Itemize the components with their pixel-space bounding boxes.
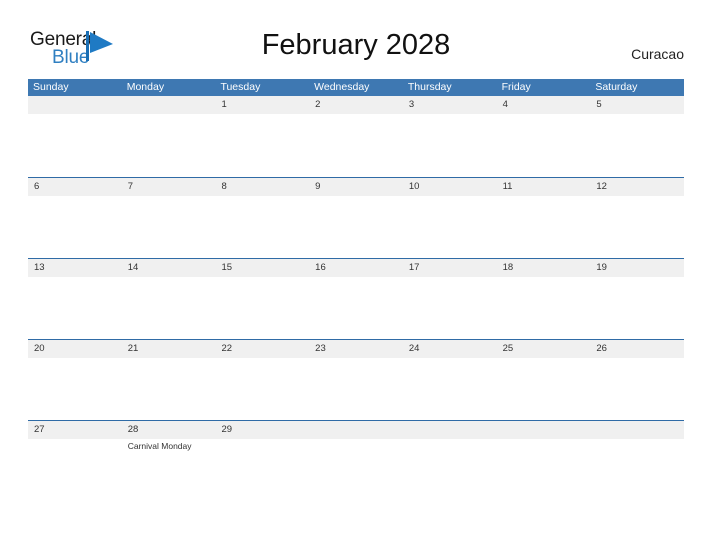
day-cell[interactable]: 1 [215,96,309,177]
day-number [594,421,680,439]
day-cell[interactable]: 19 [590,259,684,339]
day-cell[interactable]: 8 [215,178,309,258]
day-number: 5 [596,99,602,110]
weekday-header-monday: Monday [126,81,165,93]
day-cell[interactable] [122,96,216,177]
day-cell[interactable]: 25 [497,340,591,420]
weekday-header-sunday: Sunday [33,81,69,93]
day-number: 15 [221,262,233,273]
day-cell[interactable]: 6 [28,178,122,258]
weekday-header-friday: Friday [501,81,531,93]
day-cell[interactable]: 27 [28,421,122,501]
weekday-header-thursday: Thursday [407,81,452,93]
day-number: 3 [408,99,415,110]
day-number: 4 [502,99,508,110]
day-cell[interactable]: 23 [309,340,403,420]
day-number [313,421,399,439]
day-number: 2 [315,99,321,110]
day-cell[interactable]: 10 [403,178,497,258]
day-cell[interactable]: 18 [497,259,591,339]
weekday-header-row: Sunday Monday Tuesday Wednesday Thursday… [28,79,684,96]
day-cell[interactable]: 26 [590,340,684,420]
page-title: February 2028 [261,29,451,61]
day-cell[interactable]: 16 [309,259,403,339]
day-number: 23 [315,343,326,354]
weekday-header-saturday: Saturday [595,81,638,93]
day-cell[interactable]: 22 [215,340,309,420]
calendar-week-row: 13 14 15 16 17 18 19 [28,258,684,339]
day-number: 24 [408,343,420,354]
day-number: 12 [596,181,607,192]
day-number: 25 [502,343,514,354]
day-cell[interactable]: 5 [590,96,684,177]
day-number: 8 [221,181,227,192]
day-event: Carnival Monday [127,441,192,451]
day-number: 17 [408,262,420,273]
day-cell[interactable]: 15 [215,259,309,339]
day-number: 10 [408,181,420,192]
day-number: 22 [221,343,233,354]
day-number: 20 [34,343,45,354]
calendar-week-row: 6 7 8 9 10 11 12 [28,177,684,258]
day-cell[interactable]: 7 [122,178,216,258]
day-cell[interactable] [497,421,591,501]
day-number: 1 [221,99,227,110]
weekday-header-tuesday: Tuesday [220,81,261,93]
day-cell[interactable]: 28 Carnival Monday [122,421,216,501]
day-cell[interactable]: 13 [28,259,122,339]
day-number: 11 [502,181,513,192]
day-cell[interactable] [309,421,403,501]
day-number: 7 [127,181,134,192]
day-number: 27 [34,424,45,435]
day-number: 16 [315,262,326,273]
day-cell[interactable]: 3 [403,96,497,177]
day-cell[interactable]: 12 [590,178,684,258]
day-cell[interactable] [403,421,497,501]
day-cell[interactable] [590,421,684,501]
day-number: 19 [596,262,607,273]
day-number: 26 [596,343,607,354]
day-cell[interactable]: 4 [497,96,591,177]
day-number: 13 [34,262,45,273]
calendar-week-row: 1 2 3 4 5 [28,96,684,177]
day-number: 6 [34,181,40,192]
day-cell[interactable]: 14 [122,259,216,339]
day-number [407,421,493,439]
calendar-grid: Sunday Monday Tuesday Wednesday Thursday… [28,79,684,501]
day-number: 21 [127,343,139,354]
page-header: General Blue February 2028 Curacao [0,0,712,78]
calendar-week-row: 27 28 Carnival Monday 29 [28,420,684,501]
day-cell[interactable]: 24 [403,340,497,420]
day-number: 9 [315,181,321,192]
day-number [32,96,118,114]
day-cell[interactable]: 20 [28,340,122,420]
day-cell[interactable]: 9 [309,178,403,258]
day-number: 18 [502,262,514,273]
day-number: 14 [127,262,139,273]
day-cell[interactable]: 29 [215,421,309,501]
calendar-page: General Blue February 2028 Curacao Sunda… [0,0,712,550]
day-number: 28 [127,424,139,435]
day-cell[interactable]: 11 [497,178,591,258]
day-cell[interactable]: 17 [403,259,497,339]
day-number [501,421,587,439]
day-cell[interactable] [28,96,122,177]
day-number [126,96,212,114]
day-cell[interactable]: 21 [122,340,216,420]
location-label: Curacao [631,46,684,62]
weekday-header-wednesday: Wednesday [314,81,370,93]
calendar-week-row: 20 21 22 23 24 25 26 [28,339,684,420]
day-number: 29 [221,424,233,435]
day-cell[interactable]: 2 [309,96,403,177]
